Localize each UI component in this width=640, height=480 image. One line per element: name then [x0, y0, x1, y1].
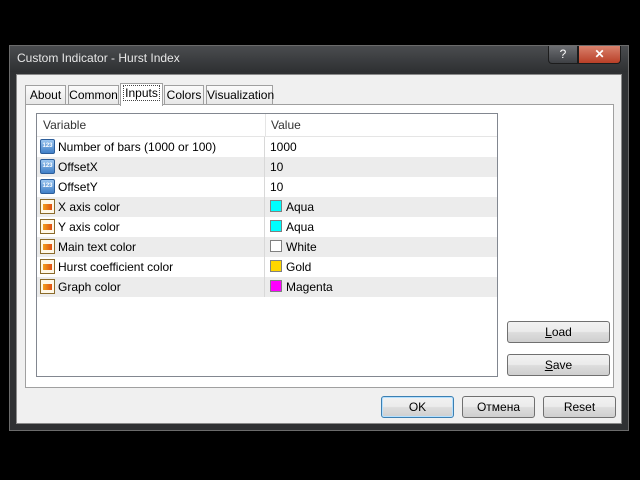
tab-label: Visualization [207, 88, 275, 102]
tab-visualization[interactable]: Visualization [206, 85, 275, 105]
color-swatch[interactable] [270, 280, 282, 292]
grid-row-hurst-coefficient-color[interactable]: Hurst coefficient color Gold [37, 257, 497, 277]
variable-name: OffsetY [58, 180, 98, 194]
save-label: ave [552, 358, 573, 372]
color-swatch[interactable] [270, 200, 282, 212]
variable-value[interactable]: Aqua [286, 220, 314, 234]
variable-value[interactable]: Gold [286, 260, 311, 274]
grid-row-number-of-bars[interactable]: Number of bars (1000 or 100) 1000 [37, 137, 497, 157]
variable-value[interactable]: Magenta [286, 280, 333, 294]
column-divider[interactable] [265, 114, 266, 136]
load-button[interactable]: Load [507, 321, 610, 343]
tab-common[interactable]: Common [68, 85, 119, 105]
variable-name: Y axis color [58, 220, 120, 234]
variable-name: Main text color [58, 240, 137, 254]
grid-header: Variable Value [37, 114, 497, 137]
color-swatch[interactable] [270, 220, 282, 232]
variable-name: Hurst coefficient color [58, 260, 174, 274]
variable-value[interactable]: White [286, 240, 317, 254]
load-label: oad [551, 325, 572, 339]
grid-row-x-axis-color[interactable]: X axis color Aqua [37, 197, 497, 217]
dialog-client-area: About Common Inputs Colors Visualization… [16, 74, 622, 424]
variable-name: X axis color [58, 200, 121, 214]
variable-value[interactable]: Aqua [286, 200, 314, 214]
grid-row-offset-y[interactable]: OffsetY 10 [37, 177, 497, 197]
numeric-input-icon [40, 159, 55, 174]
dialog-window: Custom Indicator - Hurst Index ? ✕ About… [9, 45, 629, 431]
variable-name: Number of bars (1000 or 100) [58, 140, 217, 154]
tab-inputs[interactable]: Inputs [120, 83, 163, 106]
window-title: Custom Indicator - Hurst Index [17, 51, 180, 65]
color-input-icon [40, 239, 55, 254]
cancel-button[interactable]: Отмена [462, 396, 535, 418]
variable-name: OffsetX [58, 160, 98, 174]
grid-row-offset-x[interactable]: OffsetX 10 [37, 157, 497, 177]
column-header-value[interactable]: Value [271, 114, 301, 136]
inputs-grid: Variable Value Number of bars (1000 or 1… [36, 113, 498, 377]
ok-button[interactable]: OK [381, 396, 454, 418]
tab-label: Inputs [123, 85, 160, 101]
color-input-icon [40, 279, 55, 294]
reset-button[interactable]: Reset [543, 396, 616, 418]
color-swatch[interactable] [270, 240, 282, 252]
variable-value[interactable]: 10 [270, 180, 283, 194]
color-swatch[interactable] [270, 260, 282, 272]
grid-row-graph-color[interactable]: Graph color Magenta [37, 277, 497, 297]
close-icon: ✕ [594, 47, 605, 61]
save-button[interactable]: Save [507, 354, 610, 376]
color-input-icon [40, 259, 55, 274]
variable-name: Graph color [58, 280, 121, 294]
numeric-input-icon [40, 179, 55, 194]
tab-about[interactable]: About [25, 85, 66, 105]
tab-label: About [29, 88, 62, 102]
inputs-tab-panel: Variable Value Number of bars (1000 or 1… [25, 104, 614, 388]
title-bar[interactable]: Custom Indicator - Hurst Index ? ✕ [10, 46, 628, 72]
variable-value[interactable]: 1000 [270, 140, 297, 154]
tab-label: Colors [166, 88, 202, 102]
variable-value[interactable]: 10 [270, 160, 283, 174]
numeric-input-icon [40, 139, 55, 154]
save-hotkey: S [544, 358, 553, 372]
tab-colors[interactable]: Colors [164, 85, 204, 105]
color-input-icon [40, 219, 55, 234]
grid-row-y-axis-color[interactable]: Y axis color Aqua [37, 217, 497, 237]
help-button[interactable]: ? [548, 46, 578, 64]
load-hotkey: L [545, 325, 552, 339]
grid-row-main-text-color[interactable]: Main text color White [37, 237, 497, 257]
help-icon: ? [559, 47, 567, 61]
close-button[interactable]: ✕ [578, 46, 621, 64]
tab-label: Common [69, 88, 118, 102]
color-input-icon [40, 199, 55, 214]
column-header-variable[interactable]: Variable [43, 114, 86, 136]
